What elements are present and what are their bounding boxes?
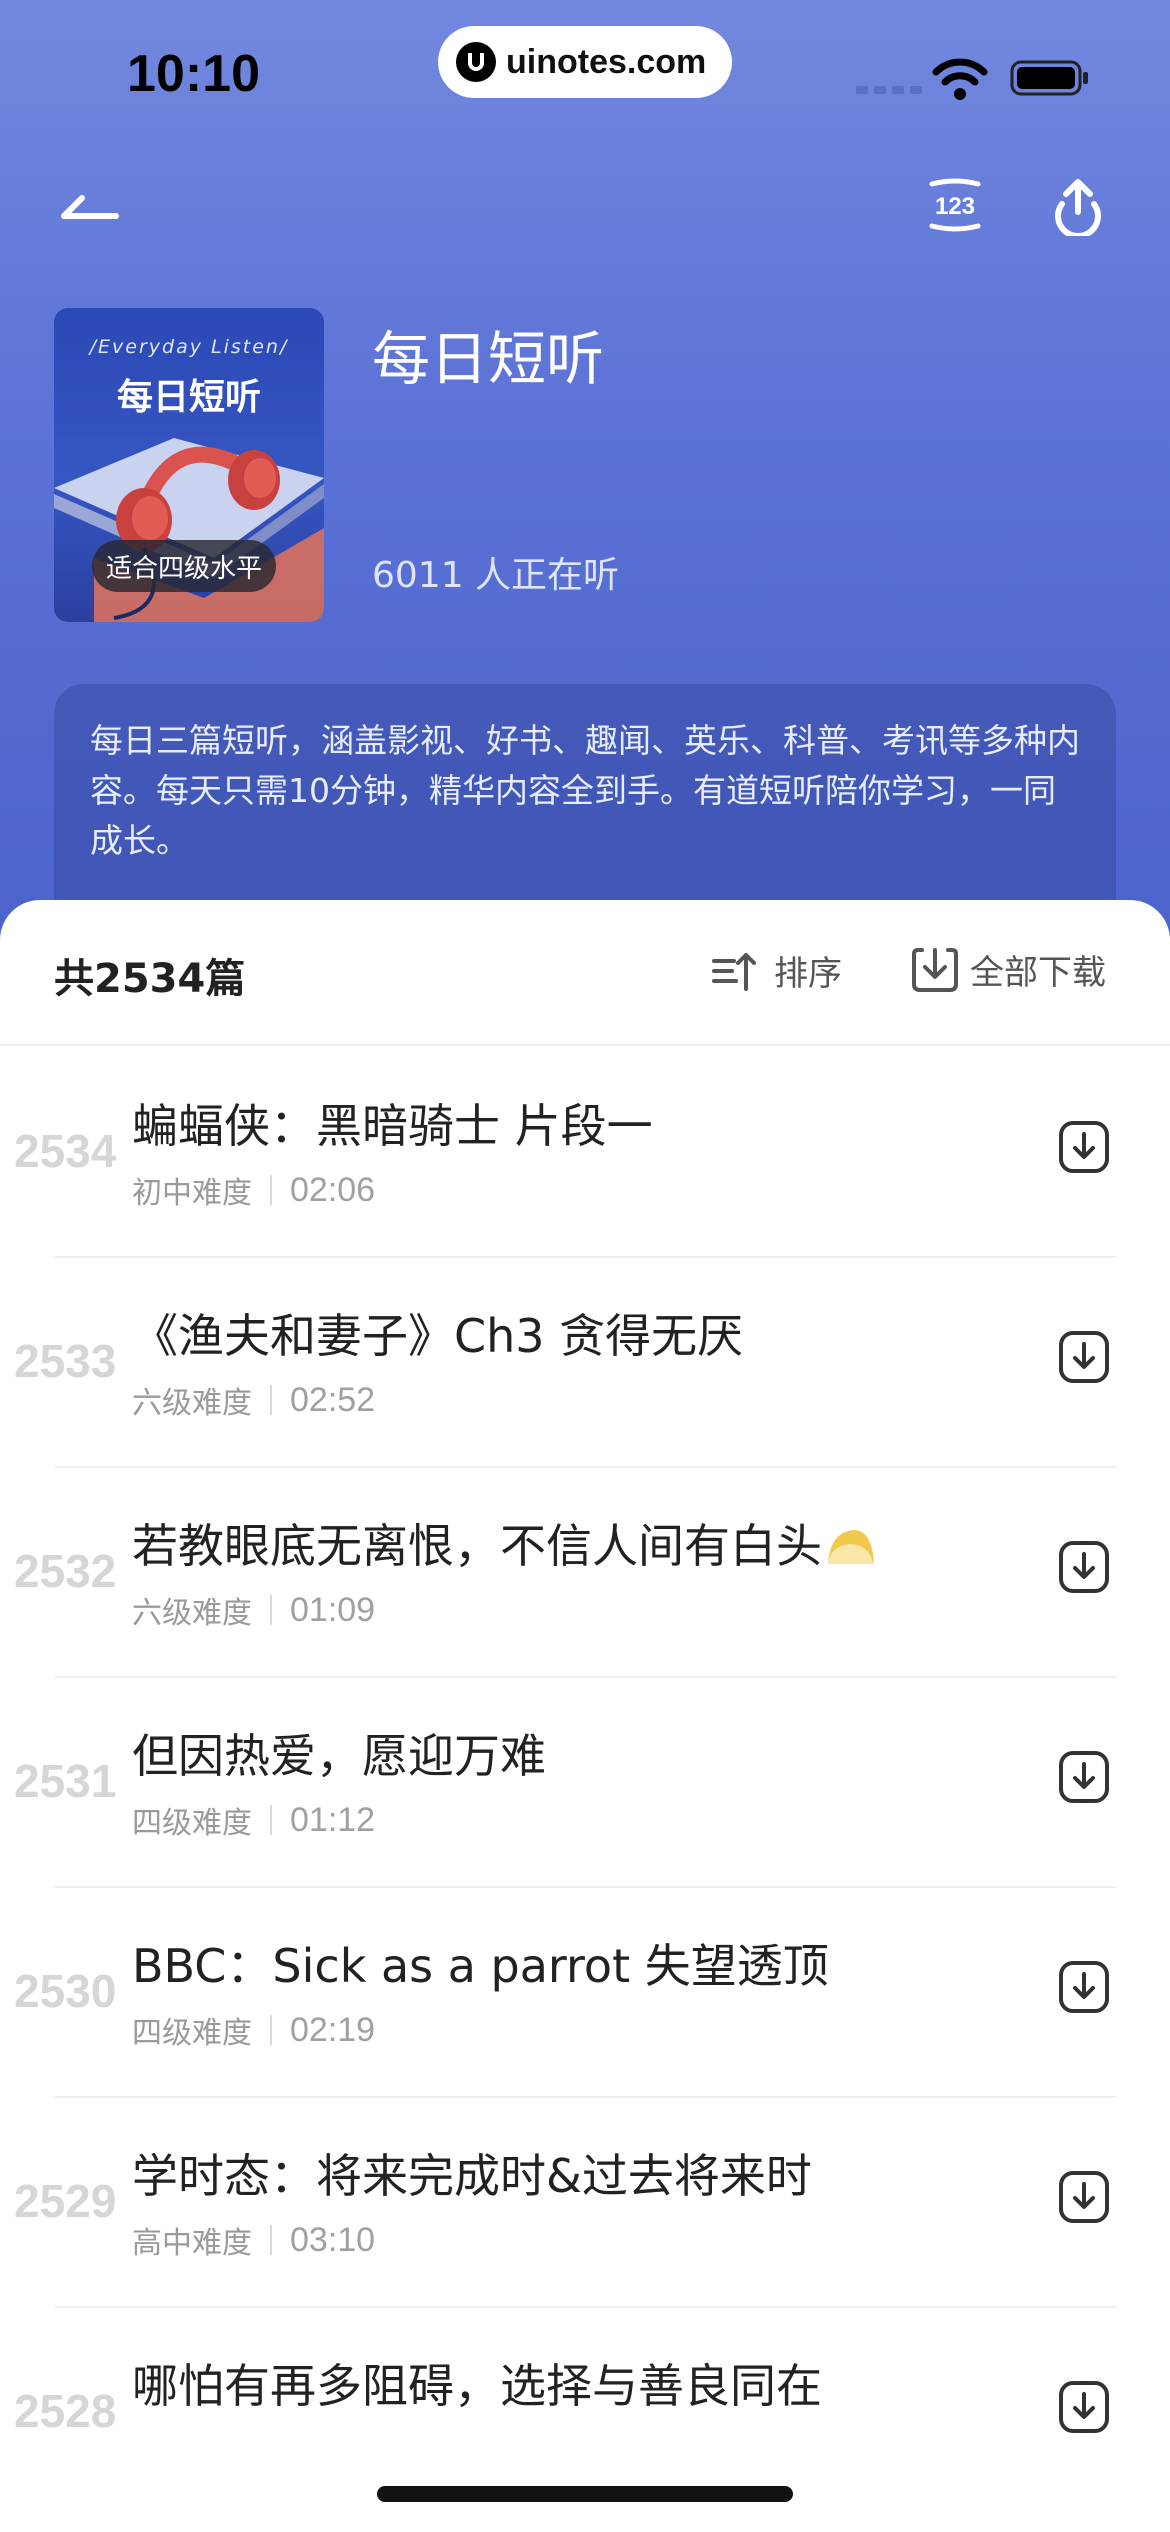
download-all-label: 全部下载	[970, 952, 1106, 993]
episode-duration: 03:10	[290, 2220, 376, 2259]
episode-meta: 六级难度 01:09	[132, 1588, 375, 1632]
list-item[interactable]: 2534 蝙蝠侠：黑暗骑士 片段一 初中难度 02:06	[0, 1046, 1170, 1256]
description-text: 每日三篇短听，涵盖影视、好书、趣闻、英乐、科普、考讯等多种内容。每天只需10分钟…	[90, 721, 1080, 860]
download-icon[interactable]	[1058, 1540, 1110, 1594]
wifi-icon	[932, 58, 988, 100]
podcast-header: 10:10 uinotes.com 123 /Everyday Listen/ …	[0, 0, 1170, 960]
episode-title: 但因热爱，愿迎万难	[132, 1729, 546, 1783]
cellular-signal-icon	[856, 86, 922, 94]
number-123-icon[interactable]: 123	[924, 176, 986, 234]
sort-label: 排序	[774, 954, 842, 994]
share-upload-icon[interactable]	[1050, 176, 1106, 236]
download-icon[interactable]	[1058, 1960, 1110, 2014]
episode-duration: 01:09	[290, 1590, 376, 1629]
episode-meta: 初中难度 02:06	[132, 1168, 375, 1212]
episode-list: 2534 蝙蝠侠：黑暗骑士 片段一 初中难度 02:06 2533 《渔夫和妻子…	[0, 1046, 1170, 2516]
episode-level: 四级难度	[132, 2016, 252, 2051]
episode-title-wrap: 若教眼底无离恨，不信人间有白头	[132, 1510, 876, 1576]
episode-level: 初中难度	[132, 1176, 252, 1211]
podcast-cover[interactable]: /Everyday Listen/ 每日短听 适合四级水平	[54, 308, 324, 622]
download-icon[interactable]	[1058, 2380, 1110, 2434]
url-text: uinotes.com	[506, 42, 707, 81]
sort-icon	[712, 952, 756, 991]
episode-meta: 高中难度 03:10	[132, 2218, 375, 2262]
episode-title: 若教眼底无离恨，不信人间有白头	[132, 1519, 822, 1573]
episode-level: 四级难度	[132, 1806, 252, 1841]
episode-number: 2534	[14, 1125, 117, 1177]
episode-level: 六级难度	[132, 1386, 252, 1421]
download-icon[interactable]	[1058, 1330, 1110, 1384]
list-item[interactable]: 2532 若教眼底无离恨，不信人间有白头 六级难度 01:09	[0, 1466, 1170, 1676]
episode-number: 2531	[14, 1755, 117, 1807]
download-all-icon	[912, 948, 958, 992]
cover-english-title: /Everyday Listen/	[89, 336, 289, 358]
uinotes-logo-icon	[456, 42, 496, 82]
episode-title: BBC：Sick as a parrot 失望透顶	[132, 1939, 829, 1993]
episode-meta: 六级难度 02:52	[132, 1378, 375, 1422]
url-pill: uinotes.com	[438, 26, 732, 98]
status-time: 10:10	[127, 45, 260, 103]
episode-duration: 02:06	[290, 1170, 376, 1209]
podcast-title: 每日短听	[372, 325, 605, 393]
episode-level: 高中难度	[132, 2226, 252, 2261]
listener-count: 6011 人正在听	[372, 555, 620, 596]
episode-duration: 01:12	[290, 1800, 376, 1839]
episode-number: 2530	[14, 1965, 117, 2017]
emoji-icon	[828, 1530, 874, 1564]
list-item[interactable]: 2528 哪怕有再多阻碍，选择与善良同在	[0, 2306, 1170, 2516]
episode-count: 共2534篇	[54, 956, 246, 1002]
episode-list-sheet: 共2534篇 排序 全部下载 2534 蝙蝠侠：黑暗骑士 片段一 初中难度 02…	[0, 900, 1170, 2532]
episode-duration: 02:52	[290, 1380, 376, 1419]
list-item[interactable]: 2530 BBC：Sick as a parrot 失望透顶 四级难度 02:1…	[0, 1886, 1170, 2096]
list-header: 共2534篇 排序 全部下载	[0, 900, 1170, 1046]
episode-number: 2533	[14, 1335, 117, 1387]
list-item[interactable]: 2529 学时态：将来完成时&过去将来时 高中难度 03:10	[0, 2096, 1170, 2306]
sort-button[interactable]: 排序	[712, 946, 842, 995]
episode-duration: 02:19	[290, 2010, 376, 2049]
episode-level: 六级难度	[132, 1596, 252, 1631]
episode-title: 《渔夫和妻子》Ch3 贪得无厌	[132, 1309, 744, 1363]
episode-number: 2528	[14, 2385, 117, 2437]
download-icon[interactable]	[1058, 1750, 1110, 1804]
episode-title: 哪怕有再多阻碍，选择与善良同在	[132, 2359, 822, 2413]
back-arrow-icon[interactable]	[60, 186, 120, 226]
download-icon[interactable]	[1058, 1120, 1110, 1174]
episode-number: 2532	[14, 1545, 117, 1597]
episode-meta: 四级难度 01:12	[132, 1798, 375, 1842]
svg-text:123: 123	[935, 193, 975, 220]
episode-meta: 四级难度 02:19	[132, 2008, 375, 2052]
list-item[interactable]: 2533 《渔夫和妻子》Ch3 贪得无厌 六级难度 02:52	[0, 1256, 1170, 1466]
battery-icon	[1010, 60, 1088, 96]
download-all-button[interactable]: 全部下载	[910, 944, 1106, 994]
episode-title: 学时态：将来完成时&过去将来时	[132, 2149, 812, 2203]
home-indicator	[377, 2486, 793, 2502]
episode-number: 2529	[14, 2175, 117, 2227]
episode-title: 蝙蝠侠：黑暗骑士 片段一	[132, 1099, 653, 1153]
list-item[interactable]: 2531 但因热爱，愿迎万难 四级难度 01:12	[0, 1676, 1170, 1886]
level-tag: 适合四级水平	[92, 540, 277, 592]
download-icon[interactable]	[1058, 2170, 1110, 2224]
